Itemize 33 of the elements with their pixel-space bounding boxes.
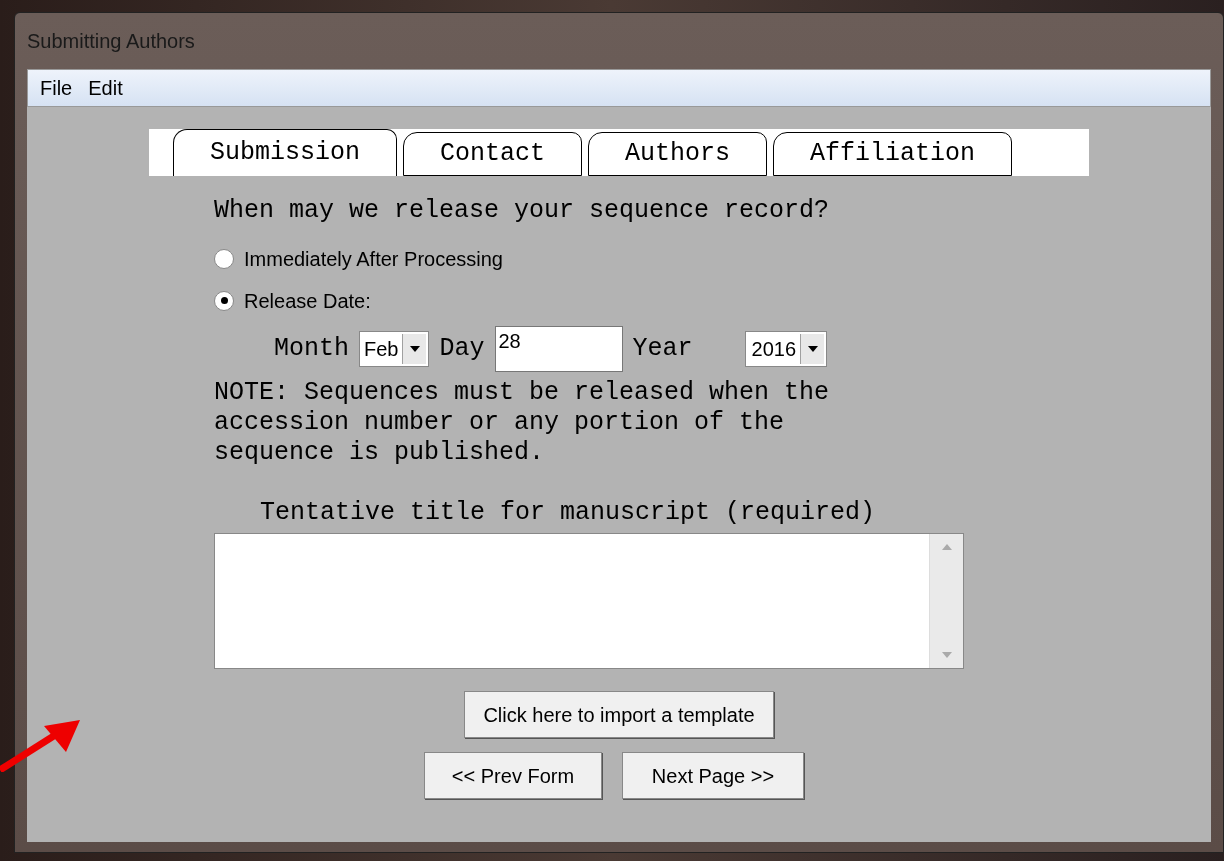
menu-item[interactable]: Edit <box>84 73 127 103</box>
scroll-up-icon[interactable] <box>941 544 952 550</box>
year-value: 2016 <box>751 336 796 362</box>
tab[interactable]: Authors <box>588 132 768 176</box>
scroll-down-icon[interactable] <box>941 652 952 658</box>
day-label: Day <box>439 332 485 365</box>
next-page-button[interactable]: Next Page >> <box>622 752 804 799</box>
tab[interactable]: Affiliation <box>773 132 1013 176</box>
menu-item[interactable]: File <box>36 73 77 103</box>
dropdown-button[interactable] <box>402 333 427 364</box>
scrollbar[interactable] <box>929 534 963 668</box>
window-title: Submitting Authors <box>27 29 195 54</box>
month-value: Feb <box>364 336 399 362</box>
day-field[interactable]: 28 <box>494 325 623 372</box>
note-text: NOTE: Sequences must be released when the accession number or any portion of the sequence is published. <box>214 377 831 468</box>
tab[interactable]: Submission <box>173 129 398 176</box>
import-template-button[interactable]: Click here to import a template <box>464 691 774 738</box>
question-text: When may we release your sequence record? <box>214 195 831 227</box>
radio-button[interactable] <box>214 248 234 269</box>
tab[interactable]: Contact <box>403 132 583 176</box>
radio-label: Immediately After Processing <box>244 246 503 272</box>
year-label: Year <box>632 332 693 365</box>
radio-button[interactable] <box>214 290 234 311</box>
month-dropdown[interactable]: Feb <box>359 330 430 367</box>
year-dropdown[interactable]: 2016 <box>744 330 827 367</box>
caret-icon <box>409 344 421 353</box>
arrow-icon <box>0 718 82 772</box>
prev-form-button[interactable]: << Prev Form <box>424 752 602 799</box>
radio-label: Release Date: <box>244 288 371 314</box>
dropdown-button[interactable] <box>800 333 824 364</box>
title-field-label: Tentative title for manuscript (required) <box>260 496 877 529</box>
caret-icon <box>806 344 819 353</box>
month-label: Month <box>274 332 349 365</box>
